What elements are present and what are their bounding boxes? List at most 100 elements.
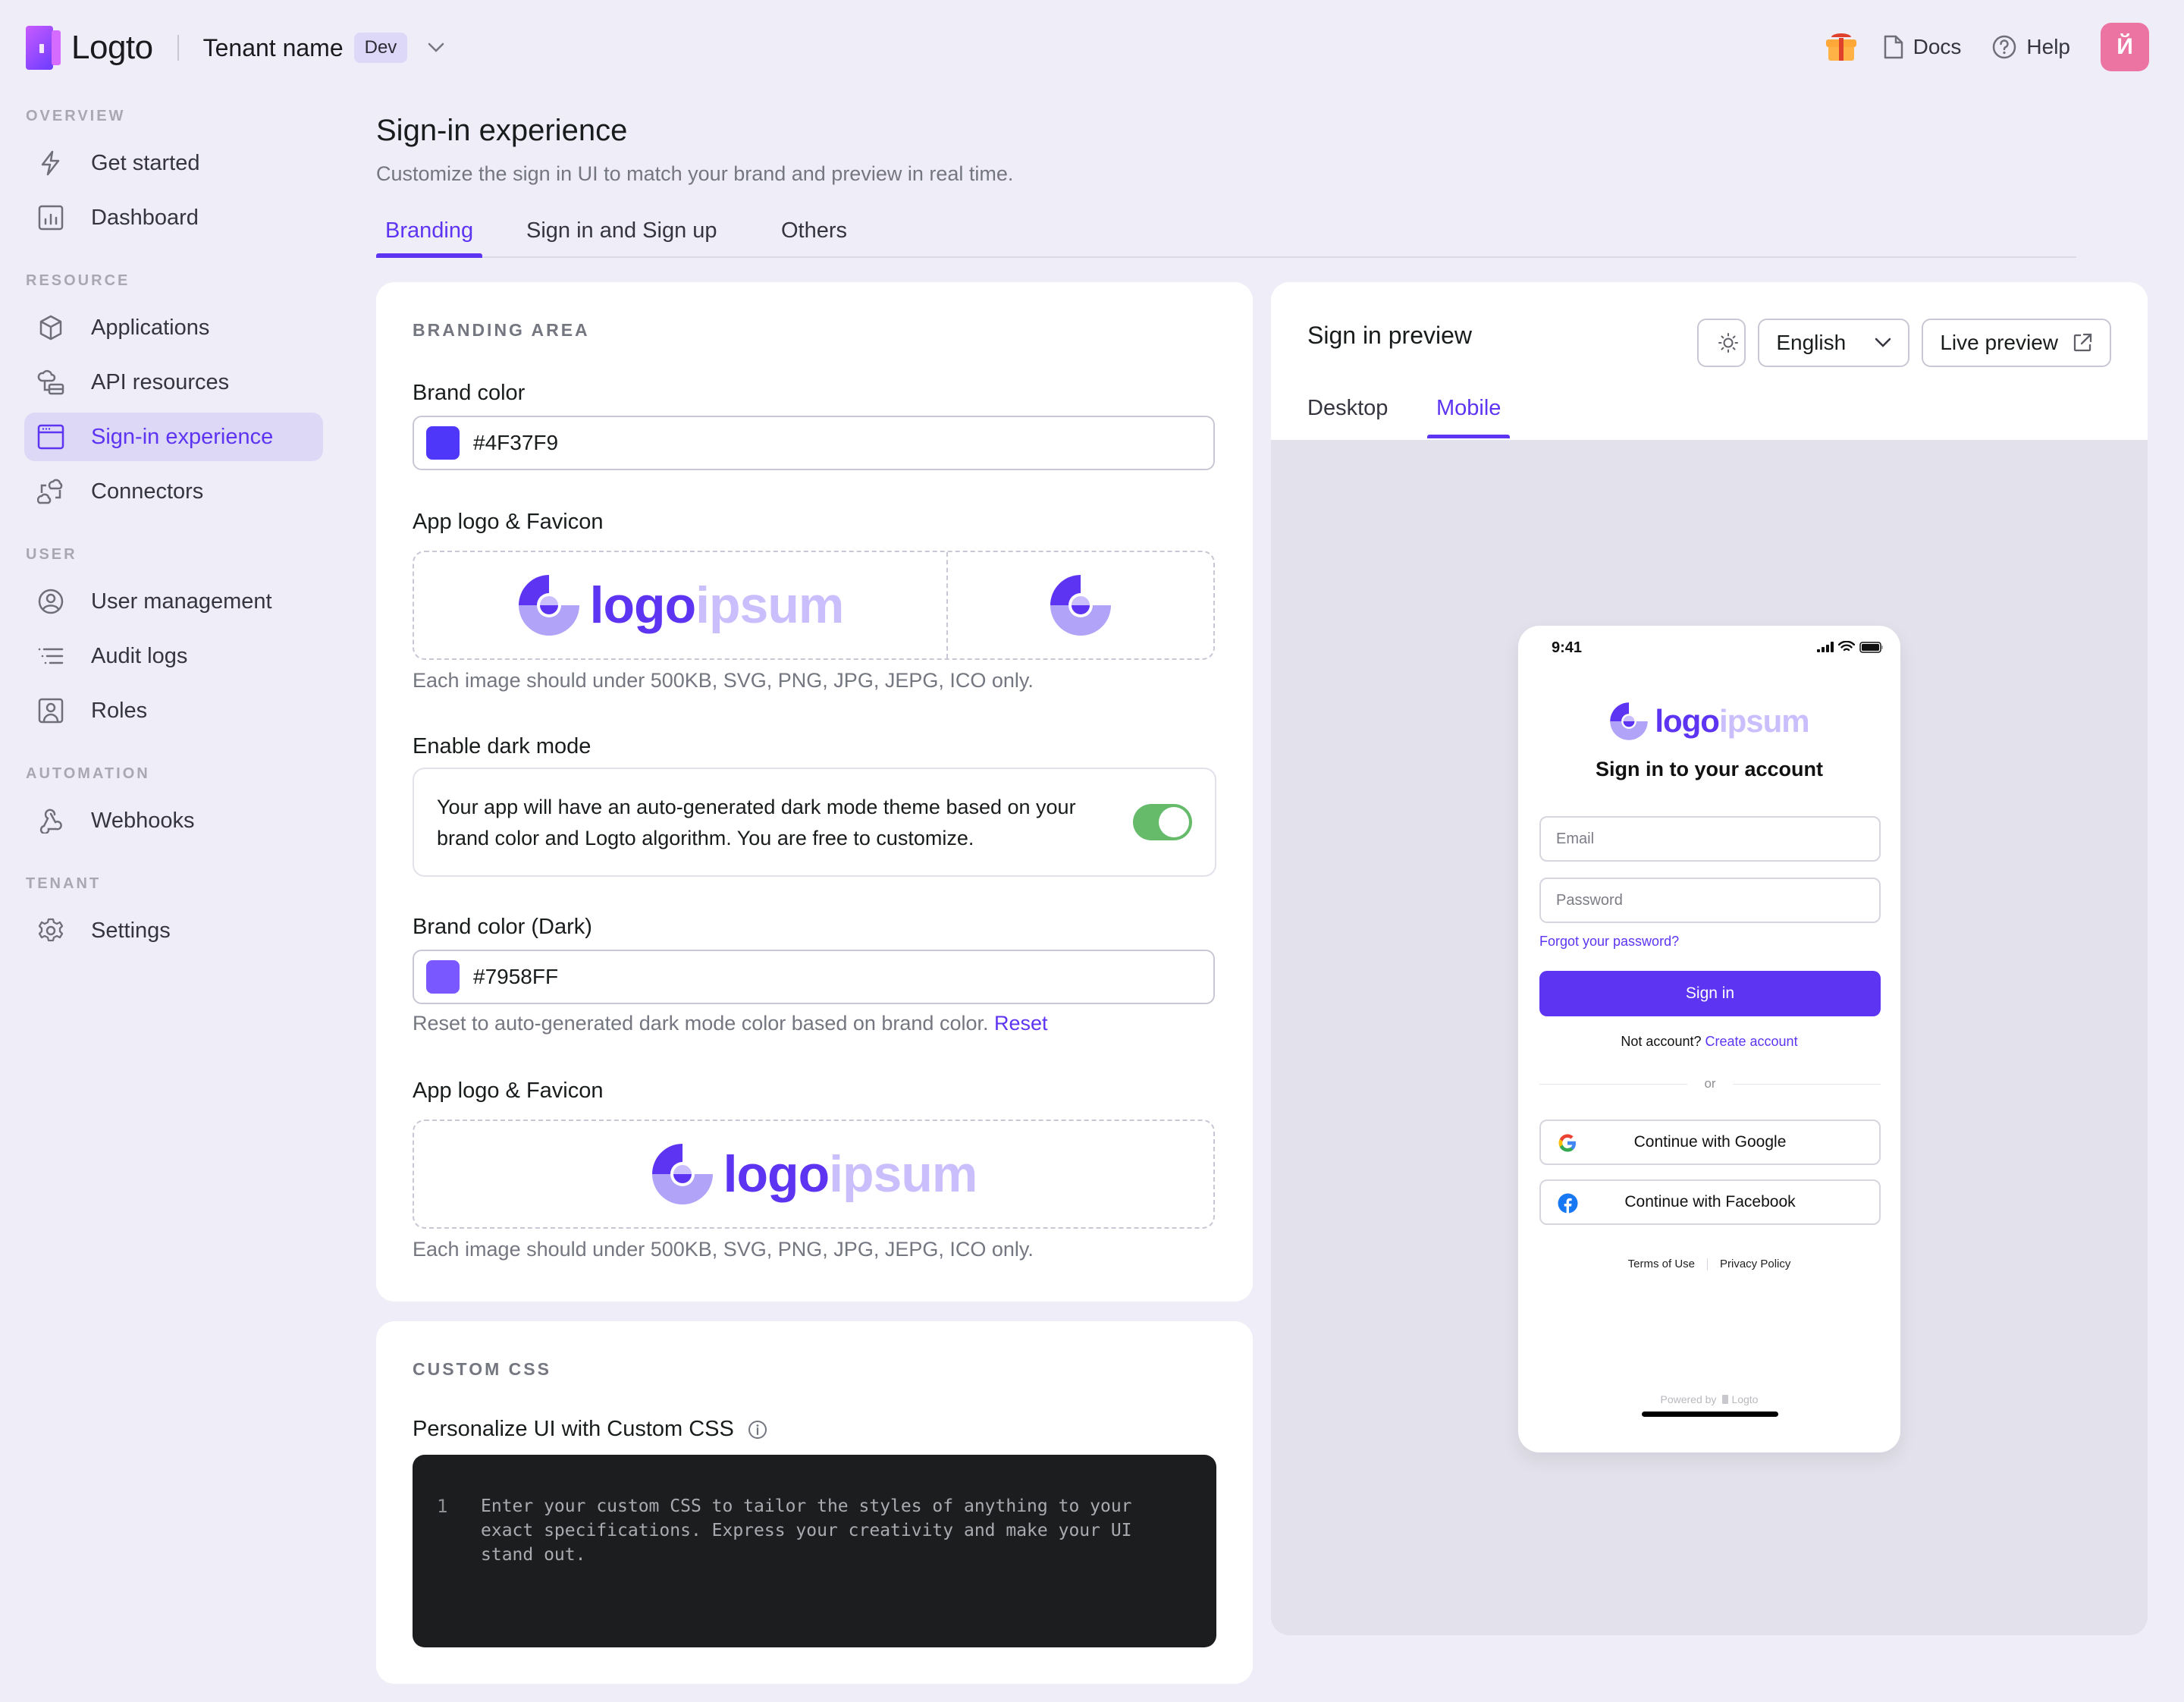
custom-css-editor[interactable]: 1 Enter your custom CSS to tailor the st…	[413, 1455, 1216, 1647]
logo-word-primary: logo	[1655, 703, 1720, 739]
nav-section-overview: OVERVIEW	[26, 108, 126, 124]
sidebar-item-dashboard[interactable]: Dashboard	[24, 193, 323, 242]
logo-upload-box: logo ipsum	[413, 551, 1215, 660]
logto-logo-icon	[26, 26, 62, 70]
sidebar-item-roles[interactable]: Roles	[24, 686, 323, 735]
language-select[interactable]: English	[1758, 319, 1910, 367]
tab-others[interactable]: Others	[772, 218, 856, 256]
user-badge-icon	[36, 696, 65, 725]
sidebar-item-get-started[interactable]: Get started	[24, 139, 323, 187]
branding-card: BRANDING AREA Brand color #4F37F9 App lo…	[376, 282, 1253, 1302]
favicon-preview-icon	[1050, 575, 1111, 636]
help-label: Help	[2026, 35, 2070, 58]
continue-with-google-button[interactable]: Continue with Google	[1539, 1119, 1881, 1165]
cube-icon	[36, 313, 65, 342]
sidebar-item-user-management[interactable]: User management	[24, 577, 323, 626]
language-value: English	[1776, 331, 1847, 354]
sidebar-item-label: Webhooks	[91, 808, 195, 833]
logto-mini-logo-icon	[1722, 1395, 1729, 1404]
privacy-policy-link[interactable]: Privacy Policy	[1720, 1258, 1790, 1270]
preview-controls: English Live preview	[1685, 319, 2111, 367]
logo-word-primary: logo	[589, 576, 697, 634]
brand-color-dark-value: #7958FF	[473, 965, 559, 988]
theme-toggle-button[interactable]	[1697, 319, 1746, 367]
sign-in-button[interactable]: Sign in	[1539, 971, 1881, 1016]
connectors-icon	[36, 477, 65, 506]
live-preview-button[interactable]: Live preview	[1922, 319, 2111, 367]
no-account-text: Not account?	[1621, 1034, 1702, 1049]
docs-link[interactable]: Docs	[1883, 34, 1961, 60]
create-account-link[interactable]: Create account	[1705, 1034, 1798, 1049]
custom-css-label: Personalize UI with Custom CSS	[413, 1417, 767, 1442]
help-link[interactable]: Help	[1991, 34, 2070, 60]
brand-area: Logto Tenant name Dev	[26, 26, 445, 70]
favicon-uploader[interactable]	[948, 552, 1213, 658]
no-account-row: Not account? Create account	[1518, 1034, 1900, 1050]
legal-links: Terms of Use Privacy Policy	[1518, 1258, 1900, 1270]
or-text: or	[1704, 1076, 1716, 1091]
password-input[interactable]: Password	[1539, 878, 1881, 923]
dark-mode-box: Your app will have an auto-generated dar…	[413, 768, 1216, 877]
gift-icon[interactable]	[1825, 32, 1856, 62]
sidebar-item-label: Audit logs	[91, 643, 188, 668]
wifi-icon	[1838, 641, 1855, 652]
mobile-phone-preview: 9:41 logo ipsum Sign in to your account E…	[1518, 626, 1900, 1452]
brand-color-swatch[interactable]	[426, 426, 460, 460]
chevron-down-icon	[1875, 338, 1891, 347]
user-avatar[interactable]: Й	[2101, 23, 2149, 71]
tab-desktop[interactable]: Desktop	[1298, 396, 1397, 438]
or-divider: or	[1539, 1076, 1881, 1091]
sidebar-item-sign-in-experience[interactable]: Sign-in experience	[24, 413, 323, 461]
page-subtitle: Customize the sign in UI to match your b…	[376, 162, 1014, 185]
logo-word-secondary: ipsum	[829, 1145, 977, 1203]
dark-logo-upload-box[interactable]: logo ipsum	[413, 1119, 1215, 1229]
user-circle-icon	[36, 587, 65, 616]
facebook-icon	[1558, 1193, 1578, 1214]
home-indicator	[1642, 1412, 1778, 1417]
sidebar-item-api-resources[interactable]: API resources	[24, 358, 323, 407]
custom-css-placeholder: Enter your custom CSS to tailor the styl…	[481, 1496, 1132, 1565]
brand-color-dark-label: Brand color (Dark)	[413, 915, 592, 939]
help-circle-icon	[1993, 35, 2016, 59]
forgot-password-link[interactable]: Forgot your password?	[1539, 934, 1679, 950]
sidebar-item-label: Dashboard	[91, 205, 199, 230]
logo-word-secondary: ipsum	[1718, 703, 1810, 739]
sidebar-item-connectors[interactable]: Connectors	[24, 467, 323, 516]
sidebar-item-applications[interactable]: Applications	[24, 303, 323, 352]
sidebar-item-label: User management	[91, 589, 272, 614]
brand-color-dark-input[interactable]: #7958FF	[413, 950, 1215, 1004]
tab-sign-in-and-sign-up[interactable]: Sign in and Sign up	[517, 218, 726, 256]
sun-icon	[1718, 333, 1739, 353]
reset-link[interactable]: Reset	[994, 1012, 1048, 1035]
sidebar-item-webhooks[interactable]: Webhooks	[24, 796, 323, 845]
email-input[interactable]: Email	[1539, 816, 1881, 862]
section-title: BRANDING AREA	[413, 320, 590, 340]
app-logo-label: App logo & Favicon	[413, 510, 604, 534]
terms-of-use-link[interactable]: Terms of Use	[1628, 1258, 1695, 1270]
top-bar: Logto Tenant name Dev Docs Help Й	[0, 0, 2184, 97]
logoipsum-mark-icon	[1610, 702, 1649, 740]
continue-with-facebook-button[interactable]: Continue with Facebook	[1539, 1179, 1881, 1225]
top-actions: Docs Help Й	[1825, 23, 2149, 71]
app-logo-uploader[interactable]: logo ipsum	[414, 552, 948, 658]
google-icon	[1558, 1134, 1576, 1152]
custom-css-label-text: Personalize UI with Custom CSS	[413, 1417, 734, 1441]
chevron-down-icon[interactable]	[427, 39, 445, 57]
sidebar-item-audit-logs[interactable]: Audit logs	[24, 632, 323, 680]
sidebar-item-label: Get started	[91, 150, 200, 175]
phone-heading: Sign in to your account	[1595, 758, 1823, 780]
dark-mode-toggle[interactable]	[1133, 804, 1192, 840]
logoipsum-mark-icon	[651, 1144, 713, 1204]
brand-color-input[interactable]: #4F37F9	[413, 416, 1215, 470]
tenant-name[interactable]: Tenant name	[203, 34, 344, 62]
tab-mobile[interactable]: Mobile	[1427, 396, 1511, 438]
brand-color-dark-swatch[interactable]	[426, 960, 460, 994]
preview-stage: 9:41 logo ipsum Sign in to your account E…	[1271, 440, 2148, 1635]
dark-app-logo-uploader[interactable]: logo ipsum	[414, 1121, 1213, 1227]
section-title: CUSTOM CSS	[413, 1359, 551, 1379]
tenant-env-badge: Dev	[353, 33, 408, 63]
info-icon[interactable]	[748, 1420, 767, 1440]
dark-app-logo-preview: logo ipsum	[651, 1142, 977, 1206]
sidebar-item-settings[interactable]: Settings	[24, 906, 323, 955]
tab-branding[interactable]: Branding	[376, 218, 483, 258]
